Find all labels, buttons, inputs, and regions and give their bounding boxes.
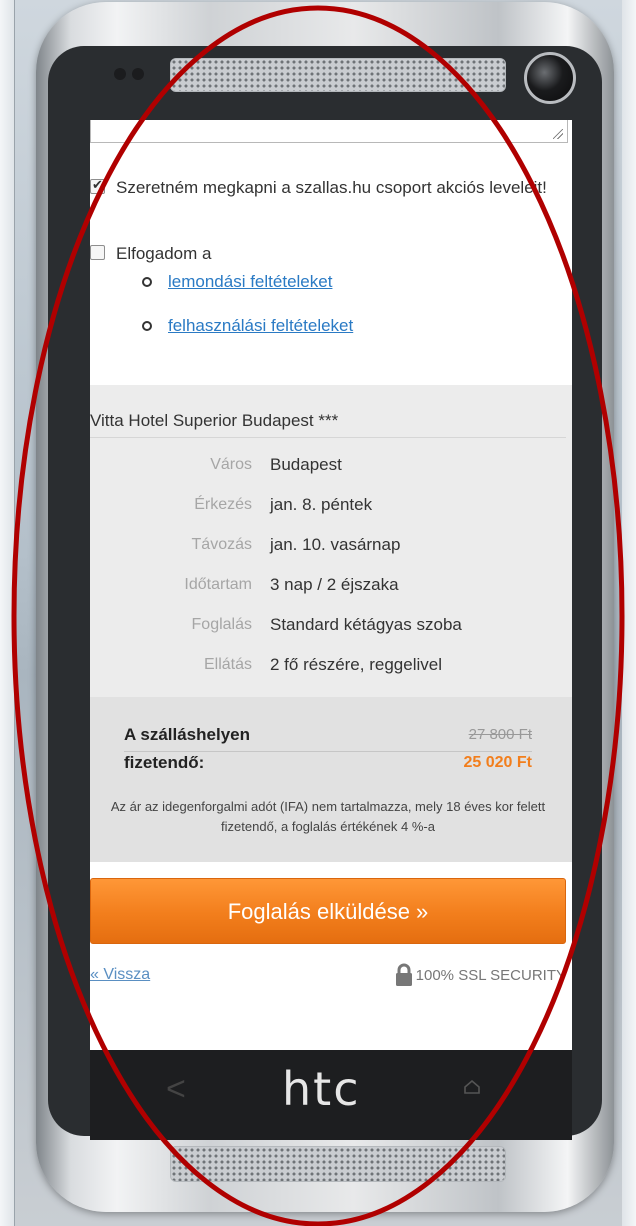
brand-logo: htc <box>282 1062 361 1116</box>
detail-value: 3 nap / 2 éjszaka <box>270 575 399 594</box>
hotel-name: Vitta Hotel Superior Budapest *** <box>90 411 339 430</box>
bullet-icon <box>142 321 152 331</box>
front-camera-icon <box>524 52 576 104</box>
newsletter-label: Szeretném megkapni a szallas.hu csoport … <box>116 178 547 197</box>
detail-value: Standard kétágyas szoba <box>270 615 462 634</box>
comment-textarea[interactable] <box>90 120 568 143</box>
submit-booking-button[interactable]: Foglalás elküldése » <box>90 878 566 944</box>
detail-row-room: Foglalás Standard kétágyas szoba <box>90 613 560 637</box>
accept-terms-row: Elfogadom a <box>90 242 211 266</box>
detail-row-arrival: Érkezés jan. 8. péntek <box>90 493 560 517</box>
usage-terms-link[interactable]: felhasználási feltételeket <box>168 316 353 336</box>
resize-grip-icon[interactable] <box>553 129 563 139</box>
original-price: 27 800 Ft <box>468 726 532 743</box>
bottom-speaker-grille <box>170 1146 506 1182</box>
detail-value: jan. 8. péntek <box>270 495 373 514</box>
android-nav-bar: < htc <box>90 1050 572 1140</box>
newsletter-row: Szeretném megkapni a szallas.hu csoport … <box>90 176 566 200</box>
detail-key: Érkezés <box>194 496 252 513</box>
detail-row-duration: Időtartam 3 nap / 2 éjszaka <box>90 573 560 597</box>
detail-key: Távozás <box>191 536 252 553</box>
left-page-edge <box>0 0 15 1226</box>
detail-key: Időtartam <box>184 576 252 593</box>
price-summary: A szálláshelyen fizetendő: 27 800 Ft 25 … <box>90 697 572 862</box>
accept-terms-label: Elfogadom a <box>116 244 212 263</box>
home-icon[interactable] <box>464 1080 480 1094</box>
detail-row-city: Város Budapest <box>90 453 560 477</box>
detail-key: Város <box>210 456 252 473</box>
ssl-badge: 100% SSL SECURITY <box>394 963 566 987</box>
discounted-price: 25 020 Ft <box>463 754 532 771</box>
list-item: felhasználási feltételeket <box>142 316 353 336</box>
price-label: A szálláshelyen fizetendő: <box>124 725 250 772</box>
detail-row-board: Ellátás 2 fő részére, reggelivel <box>90 653 560 677</box>
phone-screen: Szeretném megkapni a szallas.hu csoport … <box>90 120 572 1050</box>
divider <box>90 437 566 438</box>
tax-note: Az ár az idegenforgalmi adót (IFA) nem t… <box>110 799 546 834</box>
detail-key: Foglalás <box>191 616 252 633</box>
lock-icon <box>395 963 412 986</box>
nav-back-icon[interactable]: < <box>166 1070 186 1109</box>
list-item: lemondási feltételeket <box>142 272 332 292</box>
sensor-dots <box>114 68 154 82</box>
cancellation-terms-link[interactable]: lemondási feltételeket <box>168 272 332 292</box>
detail-value: Budapest <box>270 455 342 474</box>
bullet-icon <box>142 277 152 287</box>
newsletter-checkbox[interactable] <box>90 177 105 194</box>
accept-terms-checkbox[interactable] <box>90 245 105 260</box>
detail-value: jan. 10. vasárnap <box>270 535 401 554</box>
detail-key: Ellátás <box>203 656 252 673</box>
detail-value: 2 fő részére, reggelivel <box>270 655 442 674</box>
top-speaker-grille <box>170 58 506 92</box>
back-link[interactable]: « Vissza <box>90 966 150 984</box>
hotel-summary: Vitta Hotel Superior Budapest *** Város … <box>90 385 572 697</box>
ssl-label: 100% SSL SECURITY <box>415 966 566 984</box>
detail-row-departure: Távozás jan. 10. vasárnap <box>90 533 560 557</box>
right-page-edge <box>622 0 636 1226</box>
